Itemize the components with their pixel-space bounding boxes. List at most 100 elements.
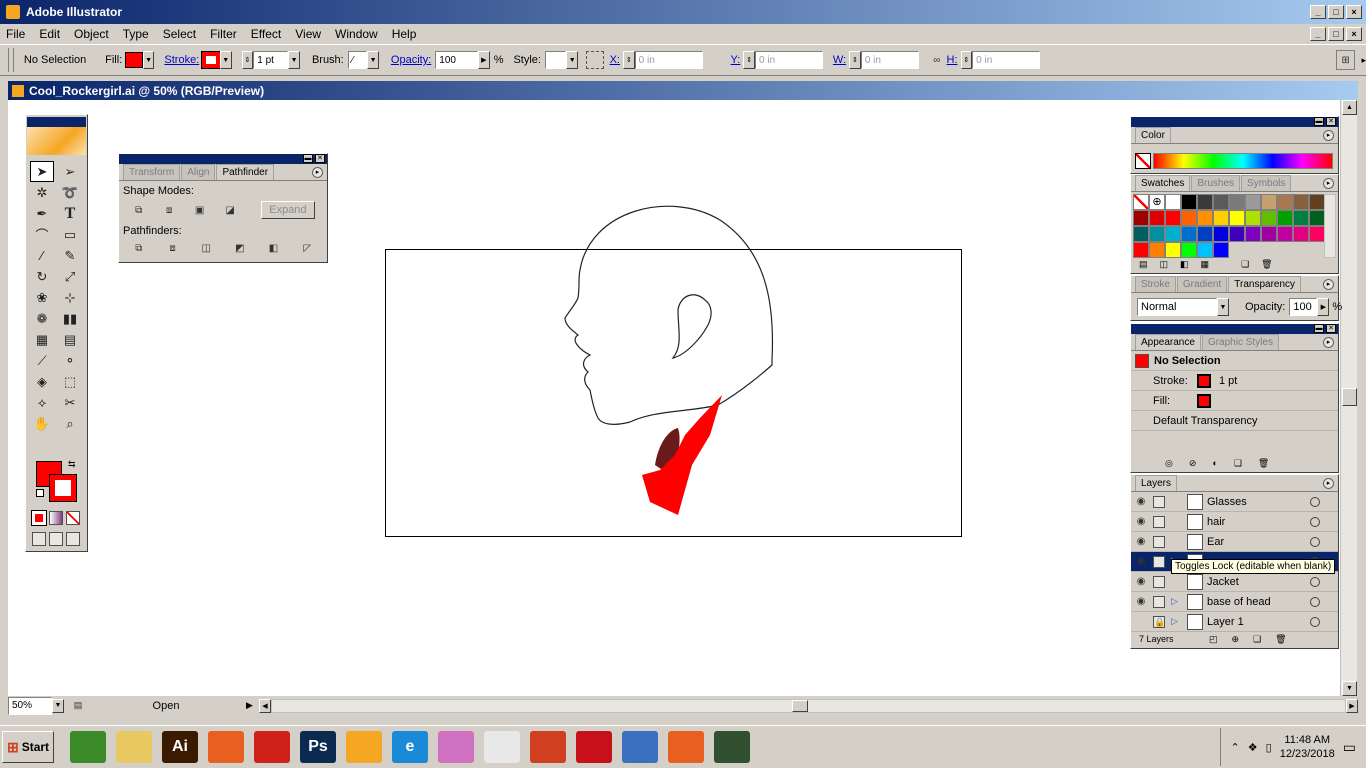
taskbar-office-icon[interactable] — [530, 731, 566, 763]
style-field[interactable] — [544, 51, 567, 69]
taskbar-butterfly-icon[interactable] — [438, 731, 474, 763]
create-sublayer-icon[interactable]: ⊕ — [1232, 634, 1240, 645]
brush-dropdown[interactable]: ▼ — [367, 51, 379, 69]
swatch[interactable] — [1181, 242, 1197, 258]
swatch[interactable] — [1213, 194, 1229, 210]
w-label-link[interactable]: W: — [833, 54, 846, 66]
delete-layer-icon[interactable]: 🗑 — [1275, 634, 1286, 645]
clock[interactable]: 11:48 AM 12/23/2018 — [1280, 733, 1335, 761]
arc-tool-icon[interactable]: ⌒ — [30, 224, 54, 245]
panel-menu-icon[interactable]: ▸ — [312, 167, 323, 178]
device-icon[interactable]: ▯ — [1266, 741, 1272, 754]
stroke-label-link[interactable]: Stroke: — [164, 54, 199, 66]
menu-select[interactable]: Select — [163, 27, 196, 41]
color-spectrum[interactable] — [1153, 153, 1333, 169]
pen-tool-icon[interactable]: ✒ — [30, 203, 54, 224]
appearance-stroke-row[interactable]: Stroke: 1 pt — [1131, 371, 1338, 391]
scroll-thumb[interactable] — [1342, 388, 1357, 406]
w-stepper[interactable]: ⇕ — [849, 51, 861, 69]
tab-pathfinder[interactable]: Pathfinder — [216, 164, 275, 180]
swatch[interactable] — [1133, 226, 1149, 242]
lock-toggle-icon[interactable] — [1153, 555, 1165, 568]
close-button[interactable]: × — [1346, 5, 1362, 19]
swatch[interactable] — [1197, 242, 1213, 258]
swatch[interactable] — [1165, 194, 1181, 210]
minus-back-icon[interactable]: ◸ — [299, 241, 315, 255]
layer-row[interactable]: ◉ Ear — [1131, 532, 1338, 552]
swatch[interactable] — [1165, 226, 1181, 242]
opacity-label-link[interactable]: Opacity: — [391, 54, 431, 66]
swatch[interactable] — [1133, 210, 1149, 226]
make-clipping-mask-icon[interactable]: ◰ — [1209, 634, 1218, 645]
swatch[interactable] — [1197, 210, 1213, 226]
swatch[interactable] — [1293, 194, 1309, 210]
gradient-tool-icon[interactable]: ▤ — [58, 329, 82, 350]
paintbrush-tool-icon[interactable]: ⁄ — [30, 245, 54, 266]
panel-menu-icon[interactable]: ▸ — [1323, 337, 1334, 348]
lasso-tool-icon[interactable]: ➰ — [58, 182, 82, 203]
stroke-weight-dropdown[interactable]: ▼ — [288, 51, 300, 69]
brush-field[interactable]: ⁄ — [347, 51, 368, 69]
taskbar-photoshop-icon[interactable]: Ps — [300, 731, 336, 763]
lock-toggle-icon[interactable] — [1153, 575, 1165, 588]
fill-dropdown[interactable]: ▼ — [142, 51, 155, 69]
h-field[interactable]: 0 in — [972, 51, 1041, 69]
swatch[interactable] — [1277, 226, 1293, 242]
pencil-tool-icon[interactable]: ✎ — [58, 245, 82, 266]
stroke-weight-stepper[interactable]: ⇕ — [241, 51, 254, 69]
visibility-eye-icon[interactable] — [1131, 615, 1151, 629]
swatch[interactable] — [1197, 194, 1213, 210]
swatch[interactable] — [1229, 226, 1245, 242]
swatch[interactable] — [1181, 226, 1197, 242]
tab-align[interactable]: Align — [181, 164, 216, 180]
target-circle-icon[interactable] — [1310, 616, 1320, 627]
hscroll-left-button[interactable]: ◀ — [258, 698, 271, 713]
tab-gradient[interactable]: Gradient — [1176, 276, 1228, 292]
swatch[interactable] — [1309, 226, 1325, 242]
control-bar-grip[interactable] — [8, 48, 14, 72]
swatch[interactable] — [1197, 226, 1213, 242]
taskbar-firefox-2-icon[interactable] — [668, 731, 704, 763]
visibility-eye-icon[interactable]: ◉ — [1131, 535, 1151, 549]
scroll-down-button[interactable]: ▼ — [1342, 681, 1357, 696]
swatch[interactable] — [1213, 210, 1229, 226]
swatch[interactable] — [1229, 210, 1245, 226]
clear-appearance-icon[interactable]: ⊘ — [1189, 458, 1197, 469]
appearance-fill-row[interactable]: Fill: — [1131, 391, 1338, 411]
taskbar-feather-icon[interactable] — [622, 731, 658, 763]
style-dropdown[interactable]: ▼ — [566, 51, 579, 69]
mesh-tool-icon[interactable]: ▦ — [30, 329, 54, 350]
panel-minimize-button[interactable]: ▬ — [1314, 117, 1324, 126]
menu-object[interactable]: Object — [74, 27, 109, 41]
panel-close-button[interactable]: ✕ — [1326, 117, 1336, 126]
swatch[interactable] — [1309, 194, 1325, 210]
tab-appearance[interactable]: Appearance — [1135, 334, 1201, 350]
show-color-swatches-icon[interactable]: ◧ — [1180, 259, 1189, 270]
transparency-opacity-field[interactable]: 100 — [1289, 298, 1318, 316]
color-mode-icon[interactable] — [31, 510, 47, 526]
menu-help[interactable]: Help — [392, 27, 417, 41]
opacity-slider-button[interactable]: ▶ — [478, 51, 490, 69]
lock-toggle-icon[interactable] — [1153, 495, 1165, 508]
swatches-scrollbar[interactable] — [1324, 194, 1336, 258]
menu-type[interactable]: Type — [123, 27, 149, 41]
hscroll-right-button[interactable]: ▶ — [1346, 698, 1358, 713]
full-screen-menu-icon[interactable] — [49, 532, 63, 546]
zoom-dropdown[interactable]: ▼ — [52, 698, 64, 713]
menu-edit[interactable]: Edit — [39, 27, 60, 41]
magic-wand-tool-icon[interactable]: ✲ — [30, 182, 54, 203]
panel-minimize-button[interactable]: ▬ — [303, 154, 313, 163]
swatch[interactable] — [1229, 194, 1245, 210]
menu-view[interactable]: View — [295, 27, 321, 41]
duplicate-item-icon[interactable]: ❏ — [1234, 458, 1242, 469]
taskbar-internet-explorer-icon[interactable]: e — [392, 731, 428, 763]
taskbar-gecko-icon[interactable] — [70, 731, 106, 763]
status-menu-arrow[interactable]: ▶ — [246, 700, 253, 711]
swatch[interactable] — [1261, 210, 1277, 226]
target-circle-icon[interactable] — [1310, 576, 1320, 587]
add-to-shape-icon[interactable]: ⧉ — [131, 203, 146, 217]
free-transform-tool-icon[interactable]: ⊹ — [58, 287, 82, 308]
fill-swatch[interactable] — [125, 52, 143, 68]
blend-mode-dropdown[interactable]: ▼ — [1217, 298, 1229, 316]
reference-point-icon[interactable] — [586, 51, 604, 69]
